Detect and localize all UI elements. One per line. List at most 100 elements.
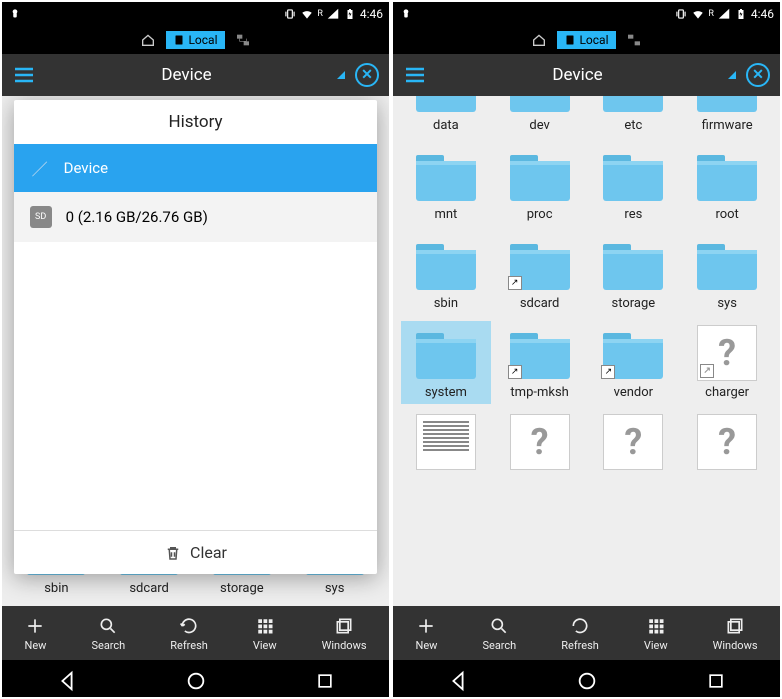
history-item-device[interactable]: ／ Device [14,144,378,192]
search-button[interactable]: Search [482,615,516,652]
back-button[interactable] [447,670,469,692]
search-button[interactable]: Search [91,615,125,652]
content-area[interactable]: data dev etc firmware mnt proc res root sbin ↗ sdc… [393,96,780,606]
folder-label: res [624,207,642,222]
history-item-sd[interactable]: SD 0 (2.16 GB/26.76 GB) [14,192,378,242]
folder-item[interactable]: mnt [401,143,491,226]
folder-label: proc [527,207,553,222]
folder-label: sdcard [520,296,560,311]
home-button[interactable] [185,670,207,692]
folder-icon [599,236,667,292]
search-icon [97,615,119,637]
network-icon[interactable] [235,32,251,48]
status-bar: R 4:46 [2,2,389,26]
refresh-button[interactable]: Refresh [561,615,599,652]
folder-item[interactable]: ↗ sdcard [495,232,585,315]
folder-icon [412,236,480,292]
tab-local[interactable]: Local [166,31,224,49]
roaming-indicator: R [708,9,714,19]
recent-button[interactable] [315,671,335,691]
folder-label: mnt [434,207,457,222]
header-title[interactable]: Device [36,65,337,85]
menu-icon[interactable] [12,63,36,87]
home-icon[interactable] [531,32,547,48]
status-bar: R 4:46 [393,2,780,26]
folder-item[interactable]: etc [589,96,679,137]
battery-icon [343,7,357,21]
header-title[interactable]: Device [427,65,728,85]
grid-icon [645,615,667,637]
vibrate-icon [674,7,688,21]
close-button[interactable]: ✕ [746,63,770,87]
folder-icon: ↗ [506,236,574,292]
folder-item[interactable]: proc [495,143,585,226]
folder-icon: ↗ [506,325,574,381]
folder-icon [412,147,480,203]
grid-icon [254,615,276,637]
dropdown-triangle-icon[interactable] [728,71,736,79]
folder-icon [412,96,480,114]
history-dialog-backdrop: History ／ Device SD 0 (2.16 GB/26.76 GB) [2,96,389,606]
file-unknown-icon: ? [603,414,663,470]
folder-item[interactable]: firmware [682,96,772,137]
folder-item[interactable]: res [589,143,679,226]
trash-icon [164,544,182,562]
folder-label: firmware [702,118,753,133]
new-button[interactable]: New [415,615,437,652]
windows-icon [724,615,746,637]
folder-item[interactable]: system [401,321,491,404]
folder-item[interactable]: sys [682,232,772,315]
android-nav-bar [2,660,389,697]
folder-item[interactable]: dev [495,96,585,137]
view-button[interactable]: View [644,615,668,652]
plus-icon [415,615,437,637]
history-item-label: Device [64,159,108,177]
folder-item[interactable]: ? [682,410,772,478]
view-button[interactable]: View [253,615,277,652]
network-icon[interactable] [626,32,642,48]
folder-label: dev [529,118,549,133]
clear-button[interactable]: Clear [14,530,378,574]
menu-icon[interactable] [403,63,427,87]
folder-icon [693,236,761,292]
root-slash-icon: ／ [30,158,50,178]
tab-local[interactable]: Local [557,31,615,49]
folder-item[interactable]: ↗tmp-mksh [495,321,585,404]
folder-item[interactable]: root [682,143,772,226]
folder-icon [412,325,480,381]
folder-item[interactable]: ?↗charger [682,321,772,404]
folder-item[interactable]: ? [589,410,679,478]
refresh-button[interactable]: Refresh [170,615,208,652]
folder-item[interactable] [401,410,491,478]
back-button[interactable] [56,670,78,692]
phone-right: R 4:46 Local Device ✕ data dev etc firmware… [393,2,780,697]
windows-button[interactable]: Windows [713,615,758,652]
symlink-badge-icon: ↗ [508,276,522,290]
folder-icon [693,96,761,114]
dropdown-triangle-icon[interactable] [337,71,345,79]
new-button[interactable]: New [24,615,46,652]
folder-label: charger [705,385,749,400]
folder-item[interactable]: data [401,96,491,137]
folder-icon: ↗ [599,325,667,381]
folder-icon [599,147,667,203]
folder-item[interactable]: sbin [401,232,491,315]
home-button[interactable] [576,670,598,692]
wifi-icon [691,7,705,21]
folder-item[interactable]: storage [589,232,679,315]
close-button[interactable]: ✕ [355,63,379,87]
app-header: Device ✕ [2,54,389,96]
plus-icon [24,615,46,637]
folder-label: storage [612,296,656,311]
app-header: Device ✕ [393,54,780,96]
home-icon[interactable] [140,32,156,48]
android-debug-icon [8,7,22,21]
recent-button[interactable] [706,671,726,691]
folder-label: vendor [614,385,653,400]
status-time: 4:46 [360,7,383,21]
signal-icon [717,7,731,21]
folder-item[interactable]: ↗ vendor [589,321,679,404]
wifi-icon [300,7,314,21]
windows-button[interactable]: Windows [322,615,367,652]
folder-item[interactable]: ? [495,410,585,478]
